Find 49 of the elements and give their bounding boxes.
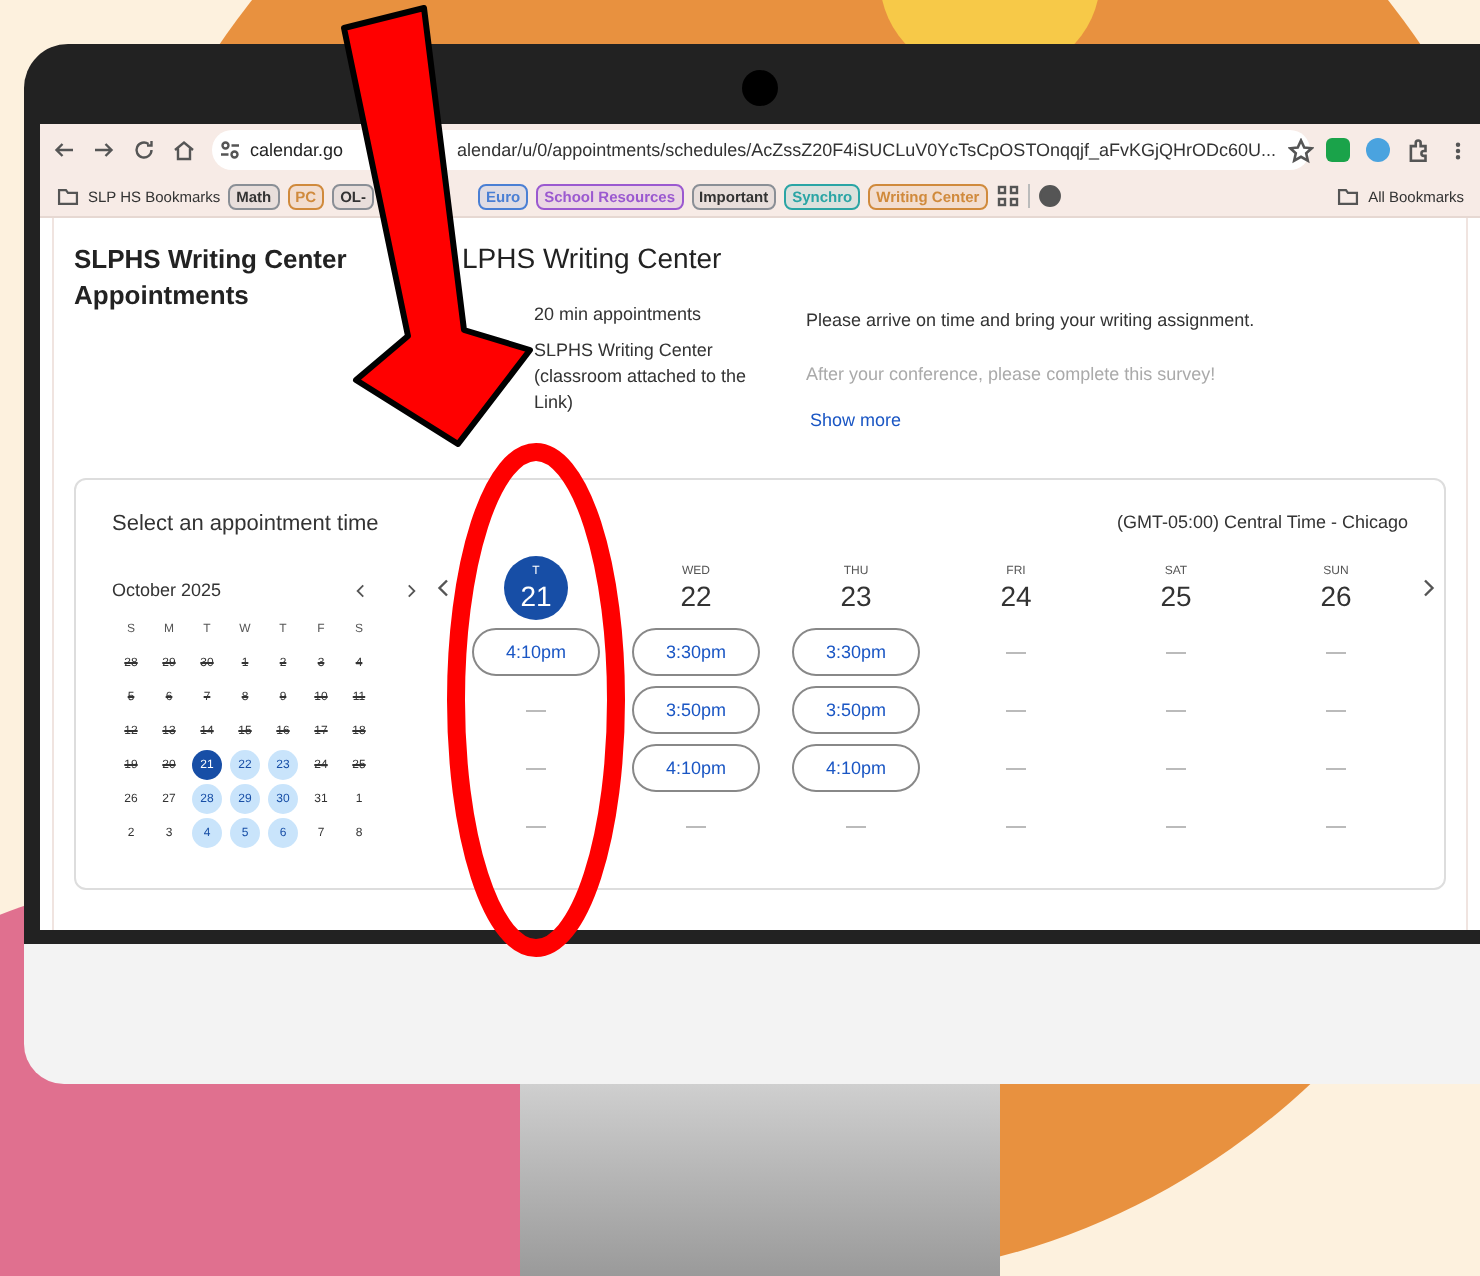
home-icon[interactable] — [172, 138, 196, 162]
empty-slot-dash — [1326, 767, 1346, 769]
empty-slot-dash — [846, 825, 866, 827]
site-settings-icon[interactable] — [218, 138, 242, 162]
time-slot-button[interactable]: 4:10pm — [472, 628, 600, 676]
reload-icon[interactable] — [132, 138, 156, 162]
folder-icon[interactable] — [56, 185, 80, 207]
back-icon[interactable] — [52, 138, 76, 162]
empty-slot-dash — [1006, 767, 1026, 769]
address-bar[interactable]: calendar.go alendar/u/0/appointments/schedules/AcZssZ20F4iSUCLuV0YcTsCpOSTOnqqjf_aFvKGjQHrODc60U... — [212, 130, 1310, 170]
apps-grid-icon[interactable] — [995, 184, 1020, 208]
description-text: Please arrive on time and bring your writing assignment. — [806, 310, 1255, 330]
empty-slot-dash — [526, 825, 546, 827]
empty-slot-dash — [1006, 651, 1026, 653]
page-title: SLPHS Writing Center Appointments — [74, 242, 349, 314]
schedule-detail: SLPHS Writing Center (classroom attached to the Link) — [534, 338, 749, 416]
puzzle-icon[interactable] — [1406, 137, 1432, 163]
camera-icon — [742, 70, 778, 106]
empty-slot-dash — [1006, 825, 1026, 827]
empty-slot-dash — [1326, 825, 1346, 827]
time-slot-button[interactable]: 3:50pm — [792, 686, 920, 734]
booking-heading: Select an appointment time — [112, 512, 381, 536]
show-more-link[interactable]: Show more — [810, 410, 1255, 430]
folder-icon[interactable] — [1336, 185, 1361, 207]
time-slot-button[interactable]: 4:10pm — [632, 744, 760, 792]
empty-slot-dash — [526, 767, 546, 769]
empty-slot-dash — [1166, 709, 1186, 711]
forward-icon[interactable] — [92, 138, 116, 162]
empty-slot-dash — [686, 825, 706, 827]
empty-slot-dash — [1326, 709, 1346, 711]
empty-slot-dash — [526, 709, 546, 711]
time-slot-button[interactable]: 4:10pm — [792, 744, 920, 792]
empty-slot-dash — [1166, 825, 1186, 827]
star-icon[interactable] — [1288, 137, 1315, 163]
schedule-title: LPHS Writing Center — [462, 242, 724, 274]
time-slot-button[interactable]: 3:30pm — [792, 628, 920, 676]
month-title: October 2025 — [112, 580, 222, 600]
empty-slot-dash — [1166, 767, 1186, 769]
timezone-label: (GMT-05:00) Central Time - Chicago — [1116, 512, 1408, 532]
empty-slot-dash — [1006, 709, 1026, 711]
description-text: After your conference, please complete this survey! — [806, 364, 1218, 384]
time-slot-button[interactable]: 3:30pm — [632, 628, 760, 676]
url-text: alendar/u/0/appointments/schedules/AcZssZ20F4iSUCLuV0YcTsCpOSTOnqqjf_aFvKGjQHrODc60U... — [457, 140, 1277, 160]
schedule-detail: 20 min appointments — [534, 302, 704, 328]
extension-icon[interactable] — [1326, 138, 1350, 162]
empty-slot-dash — [1326, 651, 1346, 653]
url-text: calendar.go — [250, 140, 344, 160]
time-slot-button[interactable]: 3:50pm — [632, 686, 760, 734]
empty-slot-dash — [1166, 651, 1186, 653]
